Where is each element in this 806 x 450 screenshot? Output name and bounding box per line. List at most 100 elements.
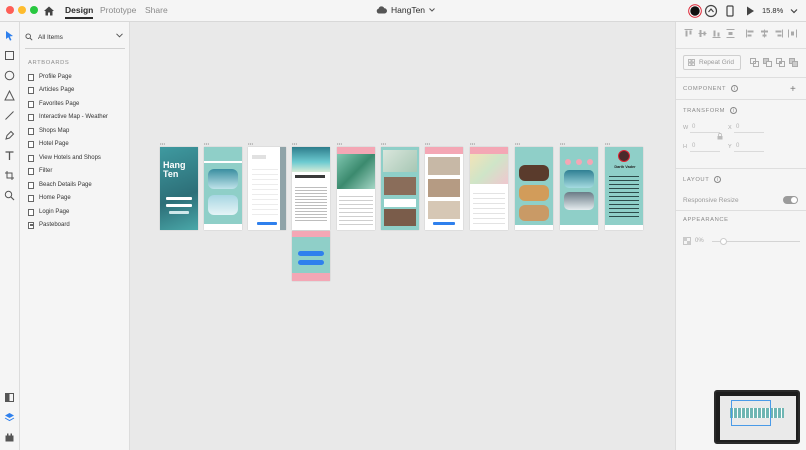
layer-item-filter[interactable]: Filter: [28, 165, 126, 177]
y-field[interactable]: 0: [736, 143, 739, 149]
layer-item-home-page[interactable]: Home Page: [28, 192, 126, 204]
zoom-window-button[interactable]: [30, 6, 38, 14]
artboard-icon: [28, 154, 34, 162]
favorite-card-image: [519, 165, 549, 181]
minimap-viewport[interactable]: [731, 400, 771, 426]
align-right-icon[interactable]: [774, 29, 783, 38]
artboard-handle: •••: [605, 141, 611, 146]
artboard-beach-details-page[interactable]: [292, 147, 330, 230]
layers-filter[interactable]: All Items: [25, 30, 125, 44]
design-canvas[interactable]: ••• Hang Ten ••• ••• ••• ••• ••• ••• •••…: [130, 22, 675, 450]
layer-item-beach-details-page[interactable]: Beach Details Page: [28, 179, 126, 191]
transform-section: TRANSFORM i: [683, 107, 738, 114]
pen-tool-icon[interactable]: [4, 130, 15, 141]
info-icon[interactable]: i: [714, 176, 722, 183]
layer-item-view-hotels-and-shops[interactable]: View Hotels and Shops: [28, 152, 126, 164]
add-component-button[interactable]: +: [790, 84, 796, 95]
layer-item-login-page[interactable]: Login Page: [28, 206, 126, 218]
play-icon[interactable]: [743, 4, 757, 18]
ellipse-tool-icon[interactable]: [4, 70, 15, 81]
beach-description: [295, 185, 327, 221]
align-middle-icon[interactable]: [698, 29, 707, 38]
responsive-resize-toggle[interactable]: [783, 196, 798, 204]
component-title: COMPONENT: [683, 85, 727, 92]
polygon-tool-icon[interactable]: [4, 90, 15, 101]
artboard-home-page[interactable]: [204, 147, 242, 230]
avatar[interactable]: [688, 4, 702, 18]
repeat-grid-label: Repeat Grid: [699, 59, 735, 66]
close-window-button[interactable]: [6, 6, 14, 14]
device-preview-icon[interactable]: [723, 4, 737, 18]
text-tool-icon[interactable]: [4, 150, 15, 161]
height-field[interactable]: 0: [692, 143, 695, 149]
artboard-favorites-page[interactable]: [515, 147, 553, 230]
opacity-value[interactable]: 0%: [695, 238, 704, 244]
distribute-horizontal-icon[interactable]: [788, 29, 797, 38]
width-field[interactable]: 0: [692, 124, 695, 130]
article-image: [564, 192, 594, 210]
artboard-shops-map[interactable]: [425, 147, 463, 230]
artboard-login-page[interactable]: Hang Ten: [160, 147, 198, 230]
artboard-view-hotels-and-shops[interactable]: [381, 147, 419, 230]
artboard-beach-details-extension[interactable]: [292, 231, 330, 281]
plugins-icon[interactable]: [4, 432, 15, 443]
search-icon: [25, 33, 33, 41]
opacity-slider-handle[interactable]: [720, 238, 727, 245]
layers-icon[interactable]: [4, 412, 15, 423]
rectangle-tool-icon[interactable]: [4, 50, 15, 61]
x-field[interactable]: 0: [736, 124, 739, 130]
shops-header: [425, 147, 463, 154]
tab-share[interactable]: Share: [145, 5, 168, 15]
line-tool-icon[interactable]: [4, 110, 15, 121]
zoom-tool-icon[interactable]: [4, 190, 15, 201]
align-center-icon[interactable]: [760, 29, 769, 38]
document-title-menu[interactable]: HangTen: [376, 5, 435, 15]
minimap[interactable]: [714, 390, 800, 444]
pasteboard-icon: [28, 221, 34, 229]
layer-item-shops-map[interactable]: Shops Map: [28, 125, 126, 137]
layer-item-pasteboard[interactable]: Pasteboard: [28, 219, 126, 231]
align-left-icon[interactable]: [746, 29, 755, 38]
layer-item-articles-page[interactable]: Articles Page: [28, 84, 126, 96]
divider: [676, 48, 806, 49]
zoom-chevron-down-icon[interactable]: [787, 4, 801, 18]
home-icon[interactable]: [43, 5, 55, 17]
intersect-boolean-icon[interactable]: [776, 58, 785, 67]
filter-heading: [252, 155, 266, 159]
artboard-articles-page[interactable]: [560, 147, 598, 230]
hotel-photo: [384, 177, 416, 195]
artboard-filter[interactable]: [248, 147, 286, 230]
subtract-boolean-icon[interactable]: [763, 58, 772, 67]
lock-icon[interactable]: [717, 133, 723, 140]
layer-item-favorites-page[interactable]: Favorites Page: [28, 98, 126, 110]
x-field-underline: [734, 132, 764, 133]
login-button: [169, 211, 189, 214]
zoom-level[interactable]: 15.8%: [762, 6, 783, 15]
assets-icon[interactable]: [4, 392, 15, 403]
align-bottom-icon[interactable]: [712, 29, 721, 38]
exclude-boolean-icon[interactable]: [789, 58, 798, 67]
info-icon[interactable]: i: [731, 85, 739, 92]
select-tool-icon[interactable]: [4, 30, 15, 41]
align-top-icon[interactable]: [684, 29, 693, 38]
tab-design[interactable]: Design: [65, 5, 94, 19]
artboard-tool-icon[interactable]: [4, 170, 15, 181]
tab-prototype[interactable]: Prototype: [100, 5, 136, 15]
layer-item-hotel-page[interactable]: Hotel Page: [28, 138, 126, 150]
add-boolean-icon[interactable]: [750, 58, 759, 67]
chevron-down-icon: [429, 8, 435, 12]
cloud-icon: [376, 6, 387, 14]
artboard-interactive-map-weather[interactable]: [470, 147, 508, 230]
layer-item-interactive-map-weather[interactable]: Interactive Map - Weather: [28, 111, 126, 123]
layer-item-profile-page[interactable]: Profile Page: [28, 71, 126, 83]
divider: [676, 168, 806, 169]
info-icon[interactable]: i: [730, 107, 738, 114]
share-cloud-icon[interactable]: [704, 4, 718, 18]
distribute-vertical-icon[interactable]: [726, 29, 735, 38]
repeat-grid-button[interactable]: Repeat Grid: [683, 55, 741, 70]
artboard-profile-page[interactable]: Darth Vader: [605, 147, 643, 230]
artboard-hotel-page[interactable]: [337, 147, 375, 230]
shop-card: [428, 157, 460, 175]
minimize-window-button[interactable]: [18, 6, 26, 14]
chevron-down-icon: [116, 33, 123, 38]
